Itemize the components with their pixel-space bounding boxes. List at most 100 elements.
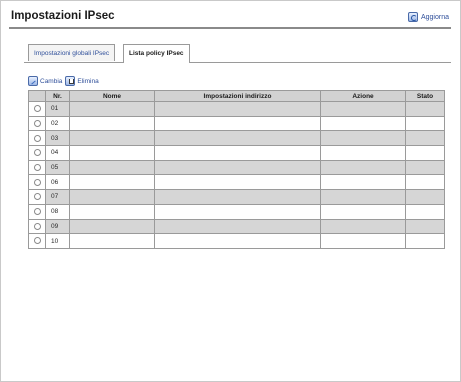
row-select-cell: [28, 101, 46, 117]
row-address-settings: [154, 203, 321, 220]
row-address-settings: [154, 115, 321, 132]
row-status: [405, 130, 445, 147]
row-address-settings: [154, 218, 321, 235]
row-number: 02: [45, 115, 70, 132]
row-status: [405, 101, 445, 117]
table-row[interactable]: 08: [28, 203, 445, 220]
row-number: 08: [45, 203, 70, 220]
table-toolbar: Cambia Elimina: [28, 75, 99, 87]
column-header-select: [28, 90, 46, 102]
row-action: [320, 130, 406, 147]
table-row[interactable]: 03: [28, 130, 445, 147]
row-radio-button[interactable]: [33, 178, 41, 186]
table-row[interactable]: 07: [28, 189, 445, 205]
row-radio-button[interactable]: [33, 208, 41, 216]
row-select-cell: [28, 159, 46, 176]
row-radio-button[interactable]: [33, 237, 41, 245]
table-row[interactable]: 09: [28, 218, 445, 235]
table-header-row: Nr. Nome Impostazioni indirizzo Azione S…: [28, 90, 445, 102]
row-name: [69, 101, 155, 117]
delete-label: Elimina: [77, 77, 99, 85]
delete-icon: [65, 76, 76, 86]
table-row[interactable]: 05: [28, 159, 445, 176]
row-select-cell: [28, 115, 46, 132]
row-action: [320, 189, 406, 205]
refresh-button[interactable]: Aggiorna: [407, 11, 449, 23]
column-header-name: Nome: [69, 90, 155, 102]
column-header-status: Stato: [405, 90, 445, 102]
row-select-cell: [28, 145, 46, 161]
delete-button[interactable]: Elimina: [65, 76, 99, 86]
row-action: [320, 115, 406, 132]
row-select-cell: [28, 174, 46, 191]
row-address-settings: [154, 159, 321, 176]
row-action: [320, 203, 406, 220]
row-number: 10: [45, 233, 70, 249]
row-number: 09: [45, 218, 70, 235]
row-radio-button[interactable]: [33, 119, 41, 127]
row-number: 04: [45, 145, 70, 161]
tab-ipsec-policy-list[interactable]: Lista policy IPsec: [123, 44, 190, 63]
row-radio-button[interactable]: [33, 134, 41, 142]
edit-icon: [28, 76, 38, 86]
table-row[interactable]: 10: [28, 233, 445, 249]
row-name: [69, 189, 155, 205]
row-address-settings: [154, 145, 321, 161]
row-name: [69, 233, 155, 249]
tab-global-ipsec-settings[interactable]: Impostazioni globali IPsec: [28, 44, 116, 61]
row-name: [69, 174, 155, 191]
refresh-label: Aggiorna: [420, 13, 449, 21]
row-action: [320, 174, 406, 191]
row-number: 03: [45, 130, 70, 147]
column-header-address-settings: Impostazioni indirizzo: [154, 90, 321, 102]
row-address-settings: [154, 174, 321, 191]
row-radio-button[interactable]: [33, 149, 41, 157]
column-header-nr: Nr.: [45, 90, 70, 102]
row-select-cell: [28, 130, 46, 147]
row-address-settings: [154, 130, 321, 147]
row-action: [320, 218, 406, 235]
row-action: [320, 233, 406, 249]
row-radio-button[interactable]: [33, 105, 41, 113]
row-action: [320, 101, 406, 117]
row-status: [405, 233, 445, 249]
row-number: 06: [45, 174, 70, 191]
edit-label: Cambia: [40, 77, 63, 85]
row-select-cell: [28, 218, 46, 235]
tab-bar: Impostazioni globali IPsec Lista policy …: [24, 44, 451, 63]
page-title: Impostazioni IPsec: [11, 10, 115, 22]
refresh-icon: [407, 12, 418, 22]
row-radio-button[interactable]: [33, 193, 41, 201]
row-status: [405, 174, 445, 191]
row-name: [69, 130, 155, 147]
row-number: 01: [45, 101, 70, 117]
row-number: 07: [45, 189, 70, 205]
row-name: [69, 115, 155, 132]
row-status: [405, 115, 445, 132]
row-radio-button[interactable]: [33, 222, 41, 230]
edit-button[interactable]: Cambia: [28, 76, 62, 86]
row-name: [69, 145, 155, 161]
row-name: [69, 218, 155, 235]
ipsec-policy-table: Nr. Nome Impostazioni indirizzo Azione S…: [28, 90, 445, 249]
table-row[interactable]: 01: [28, 101, 445, 117]
page-header: Impostazioni IPsec Aggiorna: [9, 7, 451, 29]
row-select-cell: [28, 233, 46, 249]
row-select-cell: [28, 189, 46, 205]
row-name: [69, 159, 155, 176]
row-select-cell: [28, 203, 46, 220]
row-status: [405, 218, 445, 235]
row-name: [69, 203, 155, 220]
row-status: [405, 145, 445, 161]
table-row[interactable]: 06: [28, 174, 445, 191]
row-radio-button[interactable]: [33, 163, 41, 171]
row-address-settings: [154, 189, 321, 205]
table-row[interactable]: 04: [28, 145, 445, 161]
row-address-settings: [154, 101, 321, 117]
row-address-settings: [154, 233, 321, 249]
table-row[interactable]: 02: [28, 115, 445, 132]
row-status: [405, 203, 445, 220]
row-number: 05: [45, 159, 70, 176]
row-action: [320, 145, 406, 161]
row-status: [405, 159, 445, 176]
